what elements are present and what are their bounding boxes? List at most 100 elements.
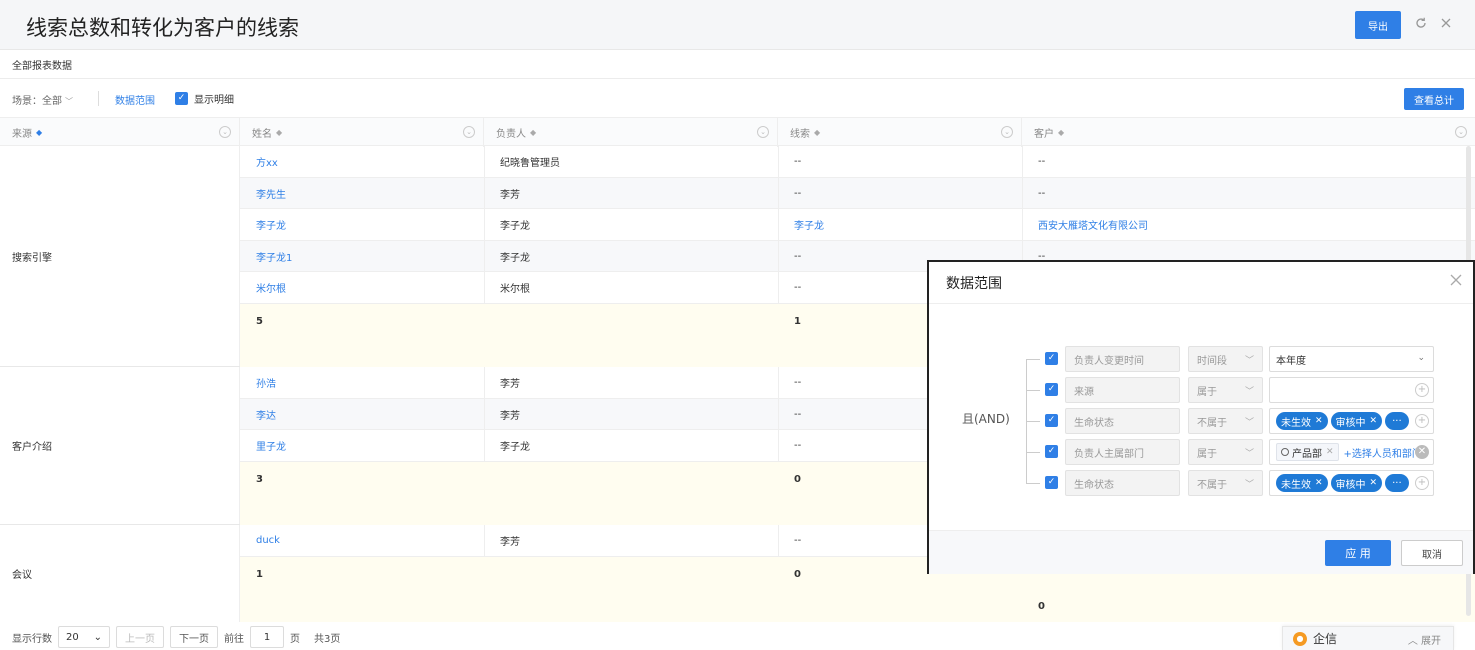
condition-value-input[interactable]: + [1269, 377, 1434, 403]
table-row[interactable]: 李子龙 李子龙 李子龙 西安大雁塔文化有限公司 [240, 209, 1475, 241]
condition-row: ✓ 负责人主属部门 属于 ﹀ 产品部 ✕ +选择人员和部门 ✕ [1045, 439, 1440, 465]
cancel-button[interactable]: 取消 [1401, 540, 1463, 566]
column-settings-icon[interactable]: ⌄ [1001, 126, 1013, 138]
data-range-link[interactable]: 数据范围 [115, 92, 155, 107]
name-link[interactable]: 李先生 [240, 178, 286, 209]
condition-operator-select[interactable]: 属于 ﹀ [1188, 377, 1263, 403]
name-link[interactable]: 米尔根 [240, 272, 286, 303]
name-link[interactable]: 方xx [240, 146, 278, 177]
report-subtitle: 全部报表数据 [12, 61, 72, 72]
condition-checkbox[interactable]: ✓ [1045, 383, 1058, 396]
column-settings-icon[interactable]: ⌄ [1455, 126, 1467, 138]
condition-value-department[interactable]: 产品部 ✕ +选择人员和部门 ✕ [1269, 439, 1434, 465]
customer-link[interactable]: 西安大雁塔文化有限公司 [1022, 209, 1148, 240]
name-link[interactable]: 李子龙 [240, 209, 286, 240]
condition-operator-select[interactable]: 不属于 ﹀ [1188, 470, 1263, 496]
sum-lead-count: 0 [794, 473, 801, 485]
condition-operator-select[interactable]: 不属于 ﹀ [1188, 408, 1263, 434]
divider [0, 78, 1475, 79]
condition-value-select[interactable]: 本年度 ⌄ [1269, 346, 1434, 372]
department-label: 产品部 [1292, 448, 1322, 460]
column-header-customer[interactable]: 客户 ◆ ⌄ [1022, 118, 1475, 147]
prev-page-button[interactable]: 上一页 [116, 626, 164, 648]
chat-bubble-icon: ● [1293, 631, 1307, 646]
qixin-chat-bar[interactable]: ● 企信 ︿ 展开 [1282, 626, 1454, 650]
sort-icon[interactable]: ◆ [1058, 128, 1064, 137]
select-people-link[interactable]: +选择人员和部门 [1344, 445, 1422, 460]
chevron-down-icon: ⌄ [93, 631, 102, 643]
page-size-select[interactable]: 20 ⌄ [58, 626, 110, 648]
value-tag: 审核中 ✕ [1330, 474, 1383, 492]
dialog-footer: 应 用 取消 [929, 530, 1473, 574]
more-tags-badge[interactable]: ··· [1385, 412, 1409, 430]
show-detail-toggle[interactable]: ✓ 显示明细 [175, 91, 234, 106]
add-icon[interactable]: + [1415, 476, 1429, 490]
condition-field: 生命状态 [1065, 408, 1180, 434]
next-page-button[interactable]: 下一页 [170, 626, 218, 648]
apply-button[interactable]: 应 用 [1325, 540, 1391, 566]
remove-tag-icon[interactable]: ✕ [1370, 416, 1378, 426]
checkbox-checked-icon[interactable]: ✓ [175, 92, 188, 105]
close-icon[interactable] [1449, 272, 1463, 291]
scene-dropdown[interactable]: 场景：全部 ﹀ [12, 92, 73, 107]
name-link[interactable]: 孙浩 [240, 367, 276, 398]
condition-value-tags[interactable]: 未生效 ✕ 审核中 ✕ ··· + [1269, 470, 1434, 496]
value-tag: 未生效 ✕ [1276, 474, 1328, 492]
goto-label: 前往 [224, 633, 244, 645]
name-link[interactable]: 李达 [240, 399, 276, 430]
customer-cell: -- [1038, 188, 1046, 199]
condition-checkbox[interactable]: ✓ [1045, 352, 1058, 365]
lead-link[interactable]: 李子龙 [778, 209, 824, 240]
group-label: 搜索引擎 [0, 146, 240, 366]
sort-icon[interactable]: ◆ [36, 128, 42, 137]
column-header-owner[interactable]: 负责人 ◆ ⌄ [484, 118, 778, 147]
clear-icon[interactable]: ✕ [1415, 445, 1429, 459]
remove-tag-icon[interactable]: ✕ [1370, 478, 1378, 488]
owner-cell: 米尔根 [500, 284, 530, 295]
sort-icon[interactable]: ◆ [530, 128, 536, 137]
sort-icon[interactable]: ◆ [814, 128, 820, 137]
column-label: 负责人 [496, 129, 526, 140]
name-link[interactable]: duck [240, 525, 280, 556]
name-link[interactable]: 李子龙1 [240, 241, 292, 272]
sum-customer-count: 0 [1038, 600, 1045, 612]
condition-operator-select[interactable]: 时间段 ﹀ [1188, 346, 1263, 372]
condition-operator-select[interactable]: 属于 ﹀ [1188, 439, 1263, 465]
total-pages-label: 共3页 [314, 633, 341, 645]
column-settings-icon[interactable]: ⌄ [463, 126, 475, 138]
department-icon [1281, 448, 1289, 456]
column-header-lead[interactable]: 线索 ◆ ⌄ [778, 118, 1022, 147]
page-number-input[interactable]: 1 [250, 626, 284, 648]
name-link[interactable]: 里子龙 [240, 430, 286, 461]
remove-tag-icon[interactable]: ✕ [1315, 478, 1323, 488]
sort-icon[interactable]: ◆ [276, 128, 282, 137]
view-total-button[interactable]: 查看总计 [1404, 88, 1464, 110]
column-header-name[interactable]: 姓名 ◆ ⌄ [240, 118, 484, 147]
condition-row: ✓ 来源 属于 ﹀ + [1045, 377, 1440, 403]
column-label: 客户 [1034, 129, 1054, 140]
condition-checkbox[interactable]: ✓ [1045, 476, 1058, 489]
condition-checkbox[interactable]: ✓ [1045, 414, 1058, 427]
operator-value: 属于 [1197, 448, 1217, 460]
expand-toggle[interactable]: ︿ 展开 [1408, 632, 1441, 647]
refresh-icon[interactable] [1412, 14, 1430, 32]
add-icon[interactable]: + [1415, 383, 1429, 397]
sum-lead-count: 1 [794, 315, 801, 327]
owner-cell: 李子龙 [500, 221, 530, 232]
add-icon[interactable]: + [1415, 414, 1429, 428]
condition-value-tags[interactable]: 未生效 ✕ 审核中 ✕ ··· + [1269, 408, 1434, 434]
table-row[interactable]: 李先生 李芳 -- -- [240, 178, 1475, 209]
chevron-down-icon: ﹀ [1244, 418, 1254, 428]
close-icon[interactable] [1437, 14, 1455, 32]
column-settings-icon[interactable]: ⌄ [757, 126, 769, 138]
column-settings-icon[interactable]: ⌄ [219, 126, 231, 138]
column-header-source[interactable]: 来源 ◆ ⌄ [0, 118, 240, 147]
column-divider [484, 146, 485, 304]
more-tags-badge[interactable]: ··· [1385, 474, 1409, 492]
remove-tag-icon[interactable]: ✕ [1315, 416, 1323, 426]
export-button[interactable]: 导出 [1355, 11, 1401, 39]
table-header: 来源 ◆ ⌄ 姓名 ◆ ⌄ 负责人 ◆ ⌄ 线索 ◆ ⌄ 客户 ◆ ⌄ [0, 117, 1475, 147]
table-row[interactable]: 方xx 纪晓鲁管理员 -- -- [240, 146, 1475, 178]
condition-checkbox[interactable]: ✓ [1045, 445, 1058, 458]
remove-tag-icon[interactable]: ✕ [1326, 447, 1334, 457]
